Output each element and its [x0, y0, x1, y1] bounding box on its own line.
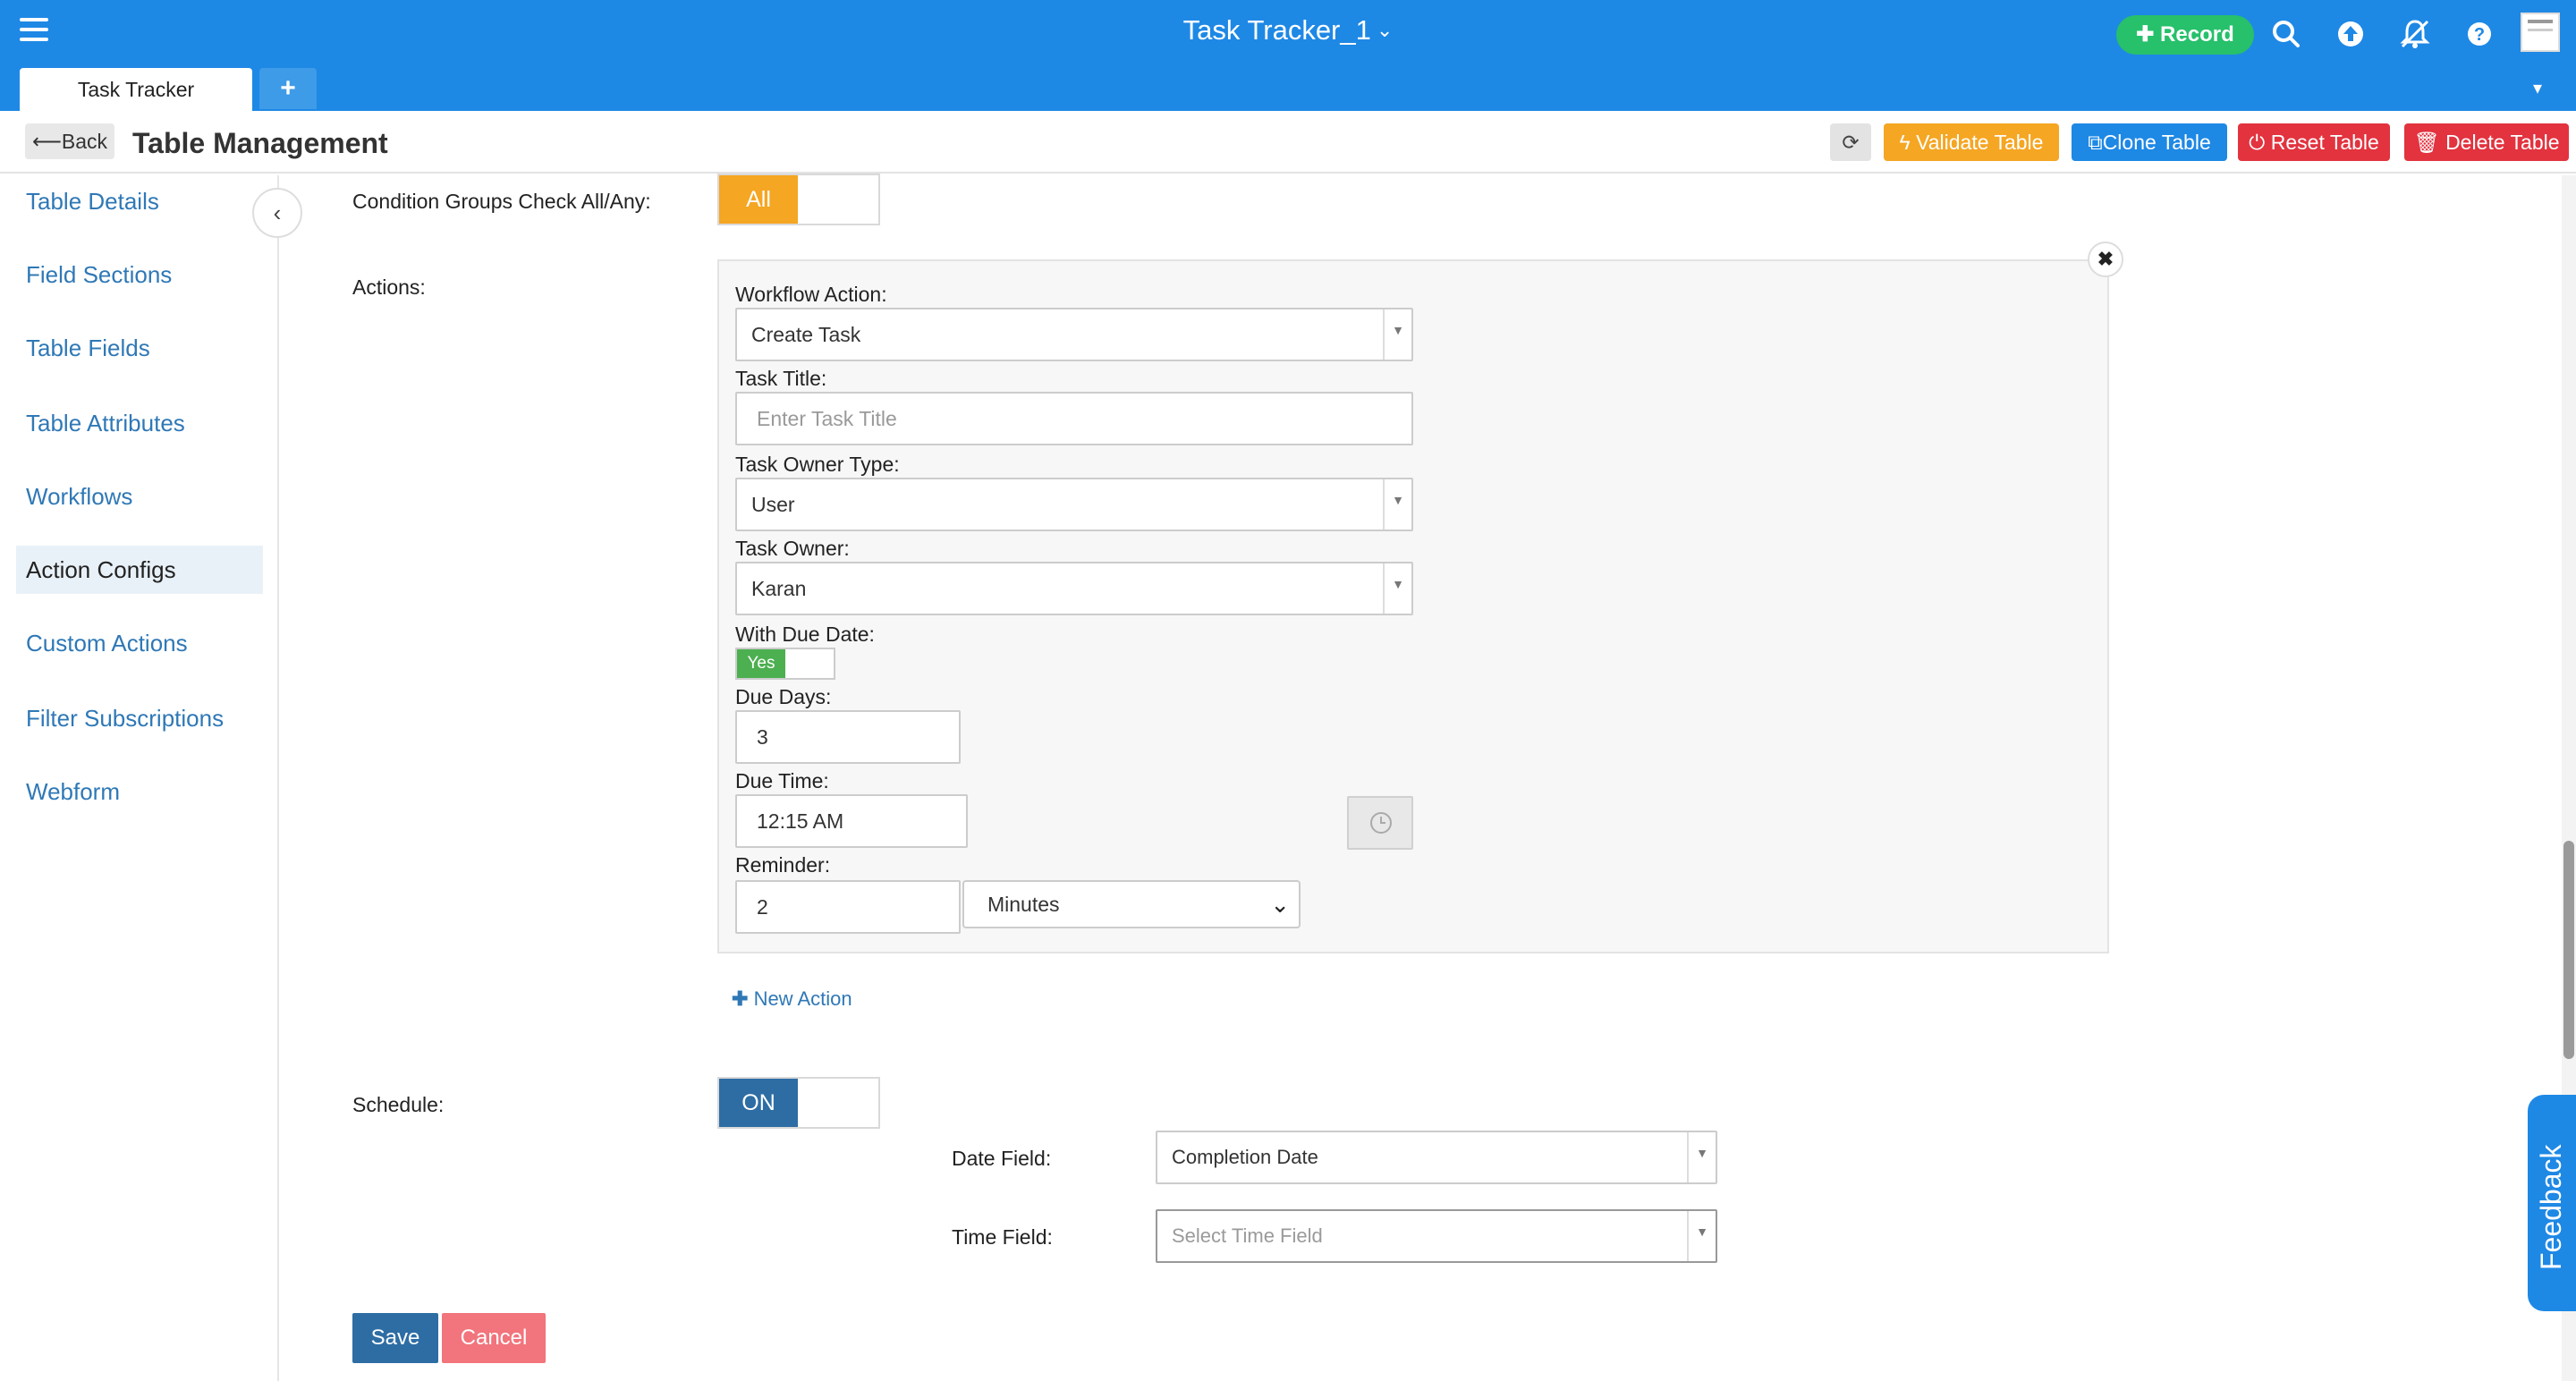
sidebar-item-webform[interactable]: Webform	[16, 767, 263, 816]
page-title: Table Management	[132, 127, 388, 159]
task-title-input[interactable]: Enter Task Title	[735, 392, 1413, 445]
bolt-icon: ϟ	[1899, 131, 1911, 154]
condition-groups-label: Condition Groups Check All/Any:	[352, 190, 651, 213]
user-avatar[interactable]	[2521, 13, 2560, 52]
app-title: Task Tracker_1	[1182, 14, 1371, 46]
refresh-icon: ⟳	[1842, 131, 1860, 154]
reminder-unit-select[interactable]: Minutes ⌄	[962, 880, 1301, 928]
date-field-value: Completion Date	[1172, 1146, 1318, 1168]
search-icon[interactable]	[2268, 16, 2304, 52]
workflow-action-select[interactable]: Create Task ▼	[735, 308, 1413, 361]
dropdown-arrow-icon: ▼	[1383, 479, 1411, 530]
task-title-label: Task Title:	[735, 367, 827, 390]
with-due-date-value: Yes	[737, 649, 785, 678]
schedule-label: Schedule:	[352, 1093, 445, 1116]
notifications-off-icon[interactable]	[2397, 16, 2433, 52]
dropdown-arrow-icon: ▼	[1687, 1211, 1716, 1261]
collapse-sidebar-button[interactable]: ‹	[252, 188, 302, 238]
dropdown-arrow-icon: ▼	[1383, 309, 1411, 360]
new-action-link[interactable]: ✚ New Action	[732, 987, 852, 1011]
time-field-label: Time Field:	[952, 1225, 1053, 1249]
delete-label: Delete Table	[2445, 131, 2560, 154]
close-icon: ✖	[2097, 248, 2114, 270]
dropdown-arrow-icon: ▼	[1383, 563, 1411, 614]
reminder-label: Reminder:	[735, 853, 831, 877]
schedule-value: ON	[719, 1079, 798, 1127]
reset-label: Reset Table	[2270, 131, 2379, 154]
chevron-down-icon: ⌄	[1376, 19, 1394, 41]
reset-table-button[interactable]: ⏻ Reset Table	[2238, 123, 2390, 161]
clone-label: Clone Table	[2102, 131, 2211, 154]
with-due-date-label: With Due Date:	[735, 623, 875, 646]
task-owner-value: Karan	[751, 577, 807, 600]
clone-table-button[interactable]: ⧉Clone Table	[2072, 123, 2227, 161]
task-owner-type-select[interactable]: User ▼	[735, 478, 1413, 531]
back-button[interactable]: ⟵Back	[25, 123, 114, 159]
sidebar-item-field-sections[interactable]: Field Sections	[16, 250, 263, 299]
sidebar-item-custom-actions[interactable]: Custom Actions	[16, 619, 263, 667]
sidebar-item-action-configs[interactable]: Action Configs	[16, 546, 263, 594]
back-label: Back	[61, 130, 108, 153]
time-field-select[interactable]: Select Time Field ▼	[1156, 1209, 1717, 1263]
due-time-label: Due Time:	[735, 769, 829, 792]
dropdown-arrow-icon: ▼	[1687, 1132, 1716, 1182]
task-owner-label: Task Owner:	[735, 537, 850, 560]
validate-table-button[interactable]: ϟ Validate Table	[1884, 123, 2059, 161]
top-bar: Task Tracker_1 ⌄ ✚ Record ? Task Tracker …	[0, 0, 2576, 111]
help-icon[interactable]: ?	[2462, 16, 2497, 52]
tabs-caret-icon[interactable]: ▾	[2533, 77, 2542, 99]
sidebar-item-table-attributes[interactable]: Table Attributes	[16, 399, 263, 447]
time-picker-button[interactable]	[1347, 796, 1413, 850]
due-days-input[interactable]: 3	[735, 710, 961, 764]
sidebar: Table Details Field Sections Table Field…	[0, 175, 279, 1381]
sub-header: ⟵Back Table Management ⟳ ϟ Validate Tabl…	[0, 111, 2576, 174]
plus-icon: ✚	[732, 987, 749, 1010]
copy-icon: ⧉	[2088, 131, 2103, 154]
due-days-label: Due Days:	[735, 685, 832, 708]
plus-icon: ✚	[2136, 22, 2155, 47]
record-label: Record	[2160, 22, 2234, 47]
with-due-date-toggle[interactable]: Yes	[735, 648, 835, 680]
task-title-placeholder: Enter Task Title	[757, 407, 897, 430]
reminder-input[interactable]: 2	[735, 880, 961, 934]
remove-action-button[interactable]: ✖	[2088, 241, 2123, 277]
schedule-toggle[interactable]: ON	[717, 1077, 880, 1129]
date-field-label: Date Field:	[952, 1147, 1052, 1170]
sidebar-item-workflows[interactable]: Workflows	[16, 472, 263, 521]
clock-icon	[1370, 812, 1392, 834]
chevron-left-icon: ‹	[273, 199, 282, 226]
task-owner-type-value: User	[751, 493, 795, 516]
validate-label: Validate Table	[1916, 131, 2044, 154]
tab-task-tracker[interactable]: Task Tracker	[20, 68, 252, 111]
task-owner-select[interactable]: Karan ▼	[735, 562, 1413, 615]
cancel-button[interactable]: Cancel	[442, 1313, 546, 1363]
due-time-input[interactable]: 12:15 AM	[735, 794, 968, 848]
sidebar-item-table-details[interactable]: Table Details	[16, 177, 263, 225]
new-action-label: New Action	[753, 987, 852, 1010]
time-field-placeholder: Select Time Field	[1172, 1224, 1323, 1247]
workflow-action-label: Workflow Action:	[735, 283, 887, 306]
add-record-button[interactable]: ✚ Record	[2116, 15, 2254, 55]
save-button[interactable]: Save	[352, 1313, 438, 1363]
actions-label: Actions:	[352, 275, 426, 299]
sidebar-item-filter-subscriptions[interactable]: Filter Subscriptions	[16, 694, 263, 742]
add-tab-button[interactable]: +	[259, 68, 317, 109]
date-field-select[interactable]: Completion Date ▼	[1156, 1131, 1717, 1184]
scrollbar-thumb[interactable]	[2563, 841, 2574, 1059]
power-icon: ⏻	[2249, 131, 2266, 154]
feedback-label: Feedback	[2535, 1144, 2567, 1270]
workflow-action-value: Create Task	[751, 323, 861, 346]
condition-groups-value: All	[719, 175, 798, 224]
chevron-down-icon: ⌄	[1270, 891, 1290, 918]
condition-groups-toggle[interactable]: All	[717, 174, 880, 225]
upload-icon[interactable]	[2333, 16, 2368, 52]
trash-icon: 🗑	[2413, 131, 2440, 154]
reminder-unit-value: Minutes	[987, 893, 1060, 916]
task-owner-type-label: Task Owner Type:	[735, 453, 900, 476]
svg-text:?: ?	[2474, 25, 2485, 45]
refresh-button[interactable]: ⟳	[1830, 123, 1871, 161]
sidebar-item-table-fields[interactable]: Table Fields	[16, 324, 263, 372]
delete-table-button[interactable]: 🗑 Delete Table	[2404, 123, 2569, 161]
